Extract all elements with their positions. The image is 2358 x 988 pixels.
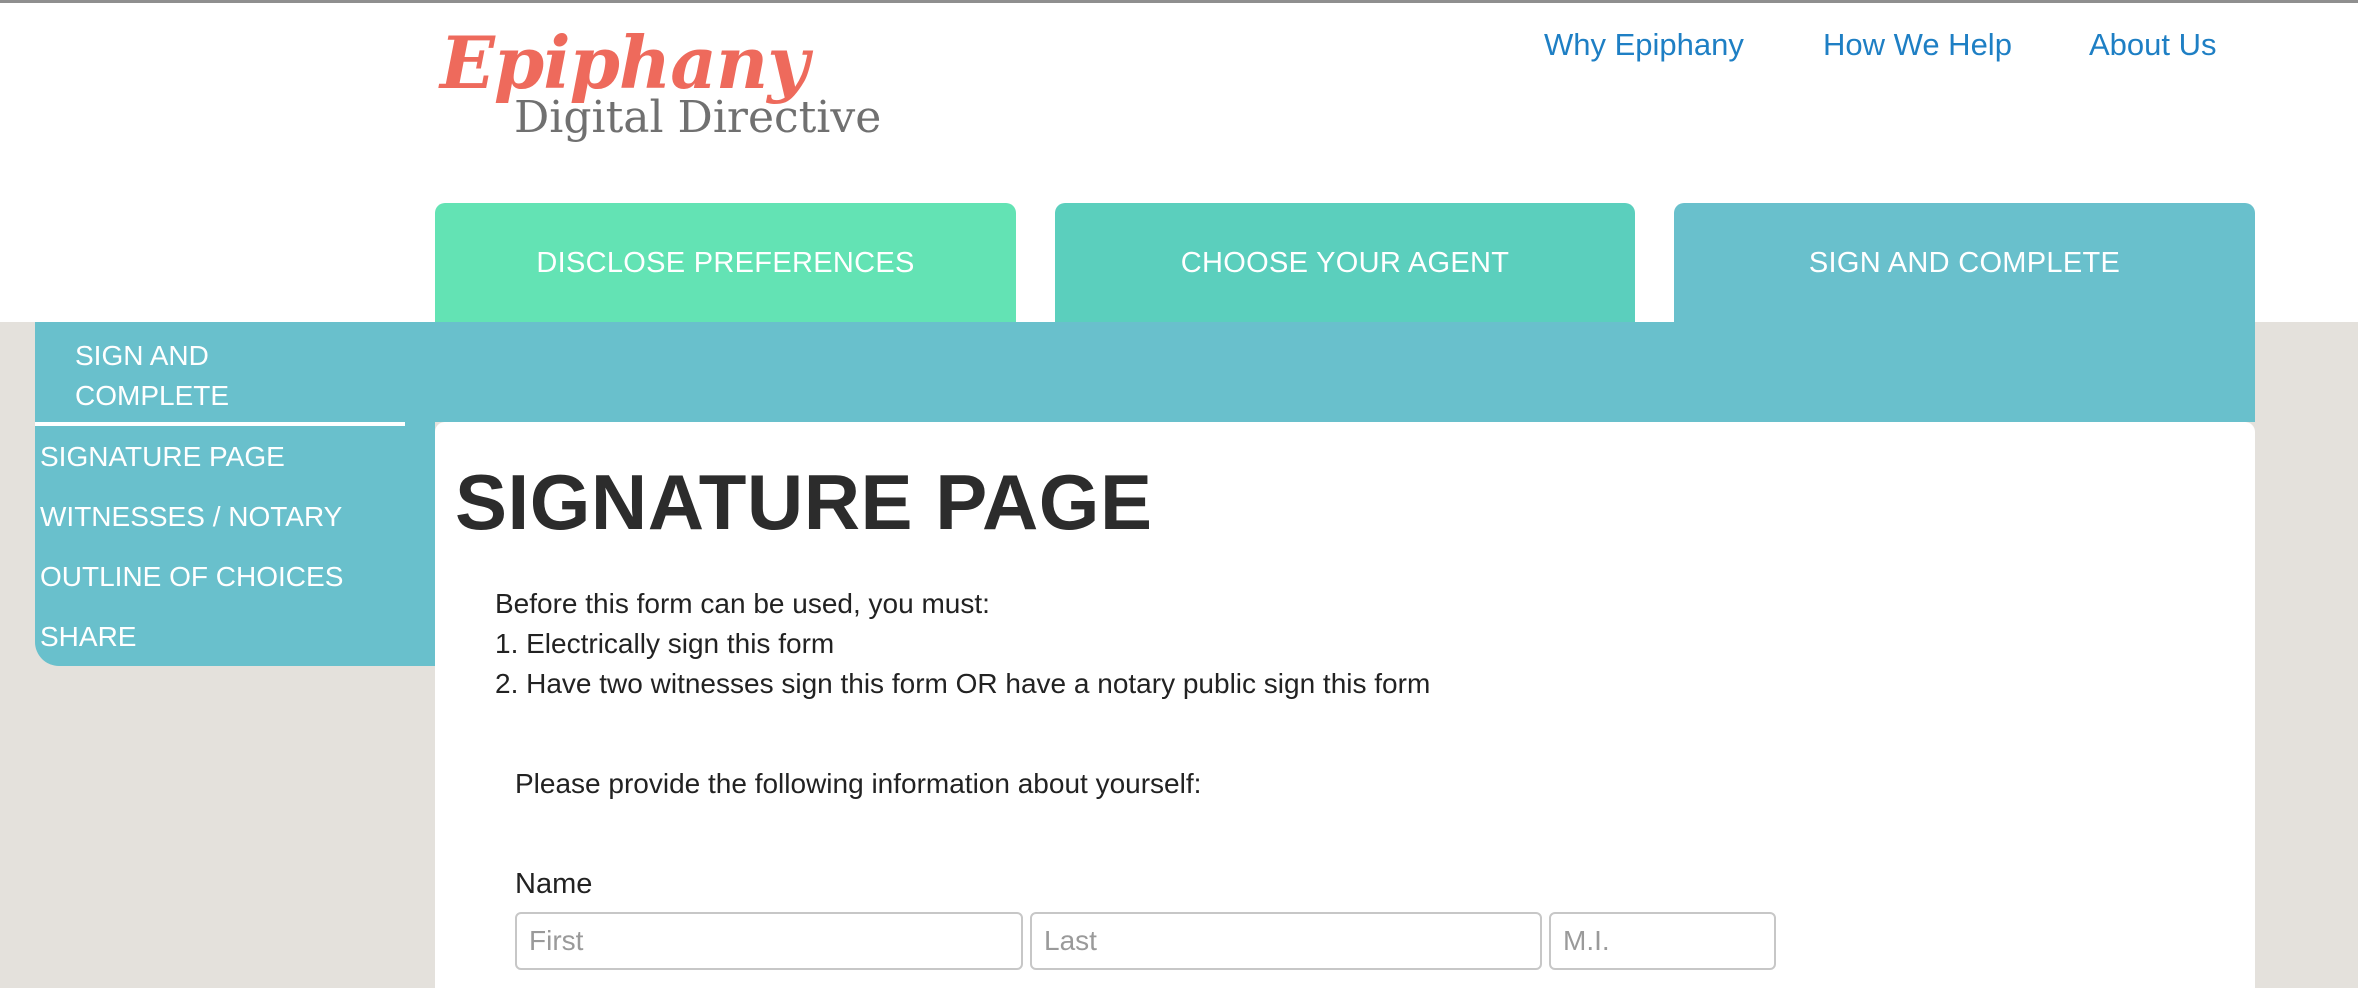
- first-name-input[interactable]: [515, 912, 1023, 970]
- sidebar-item-outline-of-choices[interactable]: OUTLINE OF CHOICES: [40, 558, 343, 596]
- instructions-intro: Before this form can be used, you must:: [495, 588, 990, 619]
- name-label: Name: [515, 868, 593, 900]
- last-name-input[interactable]: [1030, 912, 1542, 970]
- sidebar-item-share[interactable]: SHARE: [40, 618, 136, 656]
- nav-link-why-epiphany[interactable]: Why Epiphany: [1544, 24, 1744, 66]
- sidebar-item-signature-page[interactable]: SIGNATURE PAGE: [40, 438, 285, 476]
- top-border: [0, 0, 2358, 3]
- main-content: SIGNATURE PAGE Before this form can be u…: [435, 422, 2255, 988]
- sidebar: SIGN AND COMPLETE: [35, 322, 435, 666]
- provide-info-text: Please provide the following information…: [515, 768, 1202, 799]
- tab-label: SIGN AND COMPLETE: [1808, 246, 2121, 279]
- tab-disclose-preferences[interactable]: DISCLOSE PREFERENCES: [435, 203, 1016, 323]
- instruction-step-two: 2. Have two witnesses sign this form OR …: [495, 668, 1431, 699]
- logo-subtitle: Digital Directive: [514, 92, 882, 143]
- nav-link-how-we-help[interactable]: How We Help: [1823, 24, 2012, 66]
- sidebar-title: SIGN AND COMPLETE: [75, 340, 230, 411]
- tab-sign-and-complete[interactable]: SIGN AND COMPLETE: [1674, 203, 2255, 323]
- middle-initial-input[interactable]: [1549, 912, 1776, 970]
- instruction-step-one: 1. Electrically sign this form: [495, 628, 835, 659]
- logo[interactable]: Epiphany Digital Directive: [440, 18, 881, 148]
- page-title: SIGNATURE PAGE: [455, 458, 1153, 546]
- sidebar-divider: [35, 422, 405, 426]
- tab-label: CHOOSE YOUR AGENT: [1180, 246, 1510, 279]
- nav-link-about-us[interactable]: About Us: [2089, 24, 2217, 66]
- tab-choose-your-agent[interactable]: CHOOSE YOUR AGENT: [1055, 203, 1635, 323]
- sidebar-item-witnesses-notary[interactable]: WITNESSES / NOTARY: [40, 498, 342, 536]
- tab-label: DISCLOSE PREFERENCES: [536, 246, 915, 279]
